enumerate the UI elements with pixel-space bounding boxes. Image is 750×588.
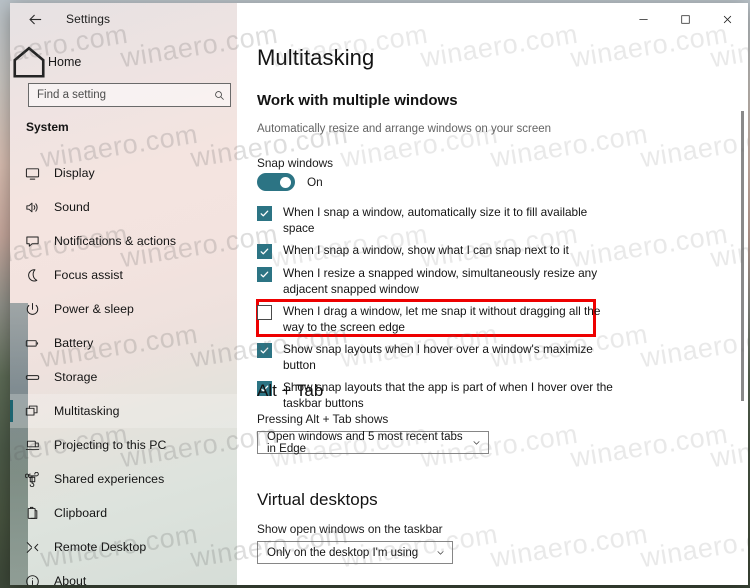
snap-option-row[interactable]: When I resize a snapped window, simultan… [257, 266, 727, 297]
sidebar-item-label: Remote Desktop [54, 540, 147, 554]
section-description-work: Automatically resize and arrange windows… [257, 123, 552, 135]
section-title-work: Work with multiple windows [257, 92, 458, 109]
projection-icon [10, 438, 54, 453]
sidebar-item-remote-desktop[interactable]: Remote Desktop [10, 530, 237, 564]
home-icon [10, 43, 48, 81]
snap-option-label: When I snap a window, automatically size… [283, 205, 588, 235]
sidebar-item-label: Notifications & actions [54, 234, 177, 248]
sidebar-item-label: Storage [54, 370, 98, 384]
checkbox-checked[interactable] [257, 267, 272, 282]
moon-icon [10, 268, 54, 283]
checkbox-checked[interactable] [257, 244, 272, 259]
sidebar-item-sound[interactable]: Sound [10, 190, 237, 224]
remote-desktop-icon [10, 540, 54, 555]
snap-option-label: Show snap layouts when I hover over a wi… [283, 342, 593, 372]
sidebar-item-power-sleep[interactable]: Power & sleep [10, 292, 237, 326]
back-button[interactable] [18, 4, 52, 34]
snap-option-row[interactable]: Show snap layouts that the app is part o… [257, 380, 727, 411]
alt-tab-dropdown[interactable]: Open windows and 5 most recent tabs in E… [257, 430, 489, 455]
search-input[interactable] [29, 84, 209, 106]
snap-option-label: When I snap a window, show what I can sn… [283, 243, 569, 257]
sidebar-item-label: About [54, 574, 87, 585]
command-icon [10, 471, 54, 487]
sidebar-item-label: Sound [54, 200, 90, 214]
snap-option-label: When I resize a snapped window, simultan… [283, 266, 598, 296]
page-title: Multitasking [257, 45, 375, 70]
sidebar-item-label: Projecting to this PC [54, 438, 167, 452]
settings-window: Home System Display Sound Notifications & … [10, 3, 748, 585]
battery-icon [10, 336, 54, 351]
sidebar-item-clipboard[interactable]: Clipboard [10, 496, 237, 530]
monitor-icon [10, 166, 54, 181]
alt-tab-dropdown-value: Open windows and 5 most recent tabs in E… [267, 430, 463, 455]
alt-tab-field-label: Pressing Alt + Tab shows [257, 412, 389, 426]
sidebar-item-home[interactable]: Home [10, 45, 237, 79]
virtual-desktops-field-label: Show open windows on the taskbar [257, 522, 443, 536]
sidebar-home-label: Home [48, 55, 82, 69]
sidebar-item-label: Battery [54, 336, 94, 350]
toggle-knob [280, 177, 291, 188]
section-title-virtual-desktops: Virtual desktops [257, 490, 378, 509]
sidebar: Home System Display Sound Notifications & … [10, 3, 237, 585]
sidebar-item-projecting-to-this-pc[interactable]: Projecting to this PC [10, 428, 237, 462]
snap-windows-toggle-state: On [307, 175, 323, 189]
sidebar-item-label: Shared experiences [54, 472, 165, 486]
virtual-desktops-dropdown[interactable]: Only on the desktop I'm using [257, 541, 453, 564]
sidebar-item-storage[interactable]: Storage [10, 360, 237, 394]
notification-icon [10, 234, 54, 249]
sidebar-item-label: Clipboard [54, 506, 108, 520]
sidebar-item-multitasking[interactable]: Multitasking [10, 394, 237, 428]
sidebar-item-label: Power & sleep [54, 302, 134, 316]
snap-windows-label: Snap windows [257, 156, 334, 170]
snap-options-list: When I snap a window, automatically size… [256, 205, 727, 418]
close-button[interactable] [706, 3, 748, 35]
search-icon [208, 90, 230, 101]
sidebar-item-about[interactable]: About [10, 564, 237, 585]
checkbox-checked[interactable] [257, 343, 272, 358]
snap-option-label: When I drag a window, let me snap it wit… [283, 304, 601, 334]
power-icon [10, 302, 54, 317]
clipboard-icon [10, 506, 54, 521]
snap-option-row[interactable]: Show snap layouts when I hover over a wi… [257, 342, 727, 373]
caption-buttons [622, 3, 748, 35]
snap-option-label: Show snap layouts that the app is part o… [283, 380, 613, 410]
storage-icon [10, 370, 54, 385]
sidebar-item-label: Display [54, 166, 95, 180]
virtual-desktops-dropdown-value: Only on the desktop I'm using [267, 546, 419, 559]
snap-windows-toggle[interactable] [257, 173, 295, 191]
window-title: Settings [66, 12, 111, 26]
title-bar: Settings [10, 3, 748, 35]
chevron-down-icon [428, 548, 452, 557]
checkbox-unchecked[interactable] [257, 305, 272, 320]
sidebar-item-focus-assist[interactable]: Focus assist [10, 258, 237, 292]
snap-option-row[interactable]: When I snap a window, automatically size… [257, 205, 727, 236]
sidebar-section-title: System [26, 120, 69, 134]
sidebar-item-label: Multitasking [54, 404, 120, 418]
snap-option-row[interactable]: When I snap a window, show what I can sn… [257, 243, 727, 259]
sidebar-item-battery[interactable]: Battery [10, 326, 237, 360]
multitasking-icon [10, 404, 54, 419]
sidebar-item-display[interactable]: Display [10, 156, 237, 190]
info-icon [10, 574, 54, 585]
scrollbar-thumb[interactable] [741, 111, 744, 401]
snap-option-row[interactable]: When I drag a window, let me snap it wit… [257, 304, 727, 335]
speaker-icon [10, 200, 54, 215]
checkbox-checked[interactable] [257, 206, 272, 221]
sidebar-item-notifications-actions[interactable]: Notifications & actions [10, 224, 237, 258]
section-title-alt-tab: Alt + Tab [257, 381, 324, 400]
maximize-button[interactable] [664, 3, 706, 35]
selection-indicator [10, 400, 13, 422]
sidebar-nav-list: Display Sound Notifications & actions Focus… [10, 156, 237, 585]
snap-windows-toggle-row: On [257, 173, 323, 191]
chevron-down-icon [464, 438, 488, 447]
scrollbar-track[interactable] [741, 81, 744, 561]
minimize-button[interactable] [622, 3, 664, 35]
search-box[interactable] [28, 83, 231, 107]
sidebar-item-shared-experiences[interactable]: Shared experiences [10, 462, 237, 496]
main-content: Multitasking Work with multiple windows … [237, 3, 748, 585]
sidebar-item-label: Focus assist [54, 268, 123, 282]
